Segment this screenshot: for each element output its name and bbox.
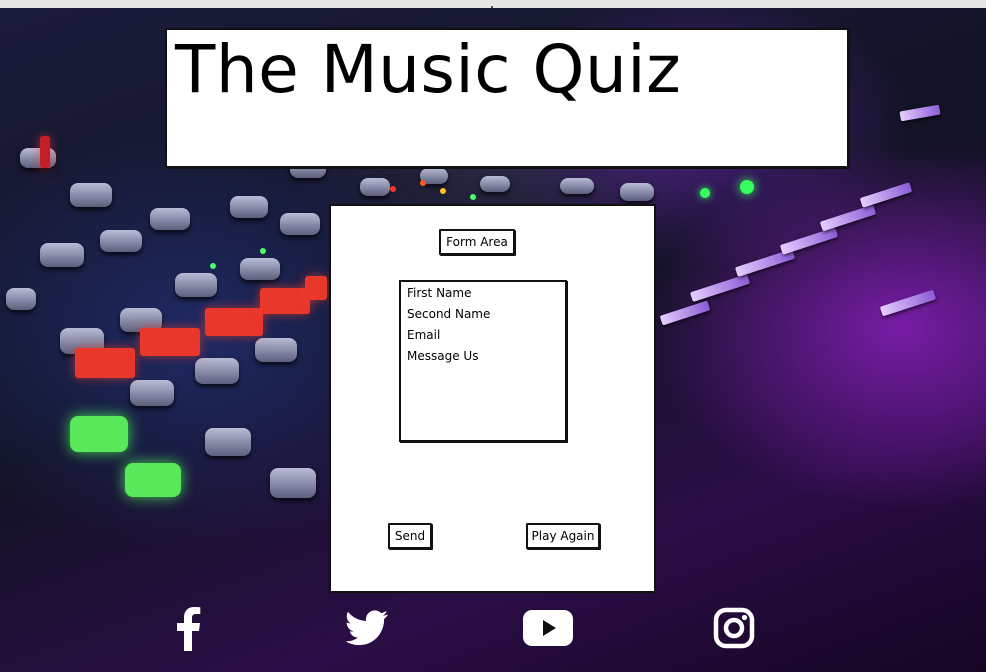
- browser-top-strip: [0, 0, 986, 9]
- facebook-link[interactable]: [168, 604, 208, 652]
- message-field[interactable]: Message Us: [401, 346, 565, 367]
- twitter-link[interactable]: [344, 604, 390, 652]
- form-fields-box: First Name Second Name Email Message Us: [399, 280, 567, 442]
- form-area-label: Form Area: [439, 229, 515, 255]
- youtube-link[interactable]: [523, 604, 573, 652]
- second-name-field[interactable]: Second Name: [401, 304, 565, 325]
- first-name-field[interactable]: First Name: [401, 283, 565, 304]
- instagram-icon: [713, 607, 755, 649]
- page-title: The Music Quiz: [175, 31, 682, 108]
- header-box: The Music Quiz: [165, 28, 849, 168]
- email-field[interactable]: Email: [401, 325, 565, 346]
- twitter-icon: [345, 610, 388, 646]
- play-again-button[interactable]: Play Again: [526, 523, 600, 549]
- facebook-icon: [177, 607, 201, 651]
- send-button[interactable]: Send: [388, 523, 432, 549]
- instagram-link[interactable]: [712, 604, 756, 652]
- youtube-icon: [523, 610, 573, 646]
- form-panel: Form Area First Name Second Name Email M…: [329, 204, 656, 593]
